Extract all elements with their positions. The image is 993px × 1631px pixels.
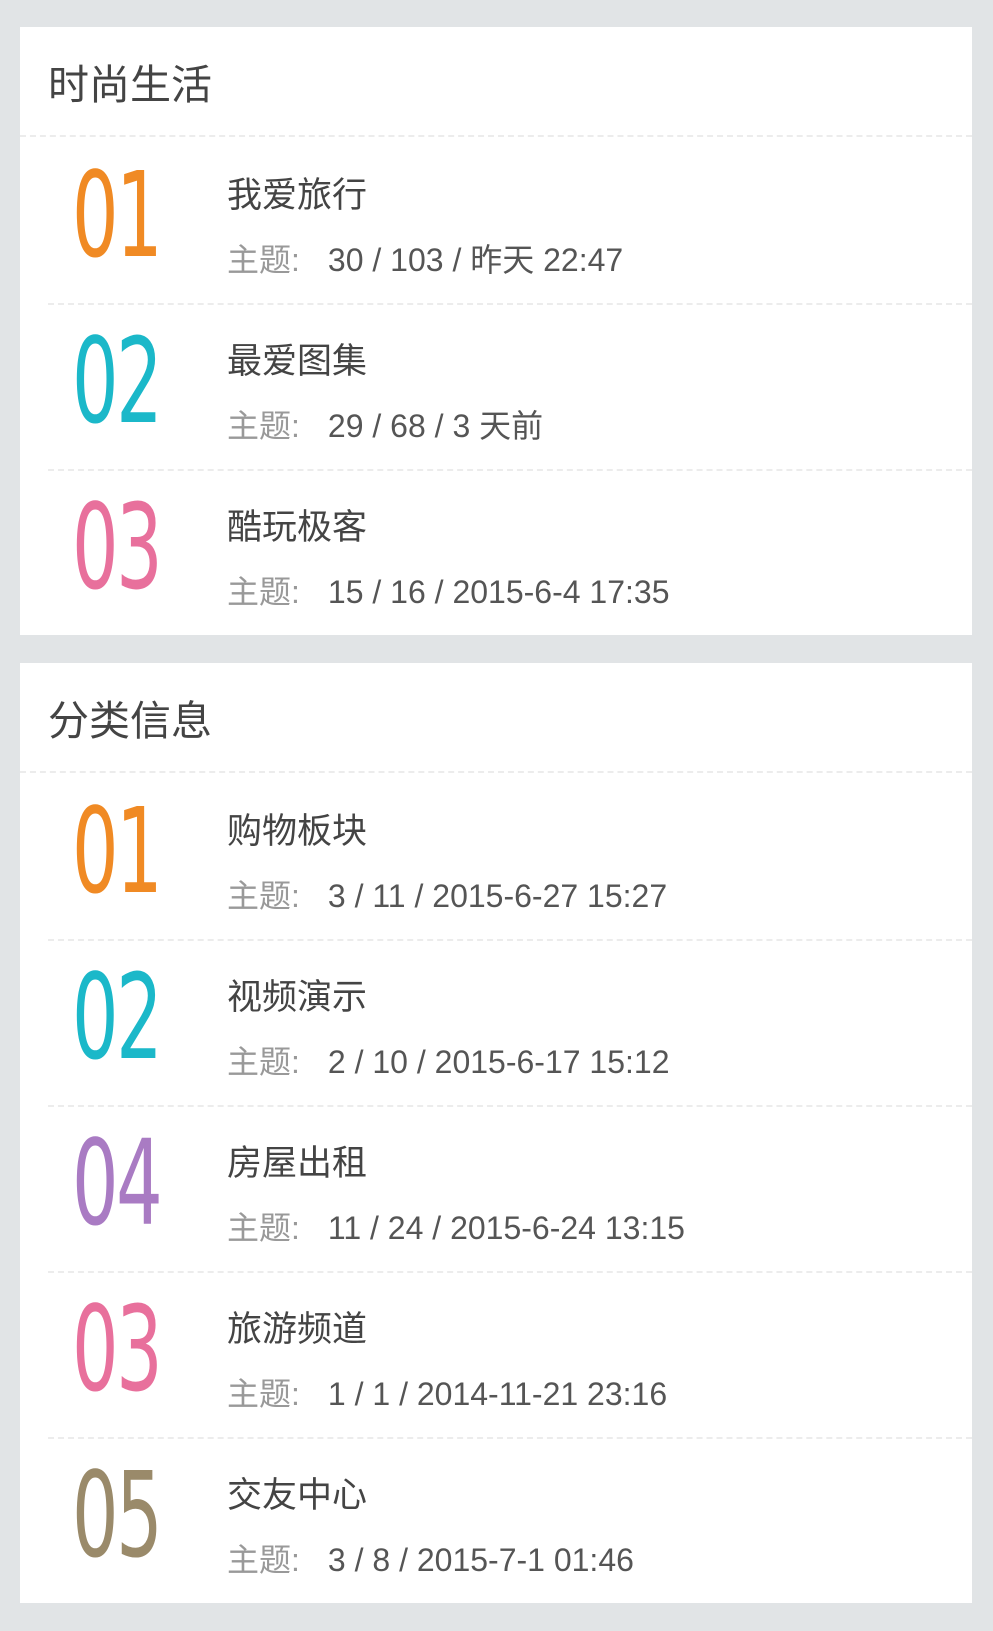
forum-title-link[interactable]: 视频演示: [227, 969, 367, 1020]
topic-stats: 1 / 1 / 2014-11-21 23:16: [327, 1376, 668, 1412]
topic-label: 主题:: [227, 1210, 300, 1246]
topic-stats: 11 / 24 / 2015-6-24 13:15: [327, 1210, 685, 1246]
topic-stats: 2 / 10 / 2015-6-17 15:12: [327, 1044, 670, 1080]
forum-title-link[interactable]: 我爱旅行: [227, 167, 367, 218]
forum-title-link[interactable]: 房屋出租: [227, 1135, 367, 1186]
forum-title-link[interactable]: 交友中心: [227, 1467, 367, 1518]
topic-label: 主题:: [227, 242, 300, 278]
forum-list-item[interactable]: 02 最爱图集主题: 29 / 68 / 3 天前: [20, 303, 972, 469]
forum-title-link[interactable]: 购物板块: [227, 803, 367, 854]
forum-stats: 主题: 11 / 24 / 2015-6-24 13:15: [227, 1203, 685, 1249]
forum-list-item[interactable]: 02 视频演示主题: 2 / 10 / 2015-6-17 15:12: [20, 939, 972, 1105]
topic-label: 主题:: [227, 574, 300, 610]
topic-label: 主题:: [227, 878, 300, 914]
rank-number: 04: [72, 1114, 163, 1252]
rank-number: 01: [72, 146, 163, 284]
forum-title-link[interactable]: 旅游频道: [227, 1301, 367, 1352]
rank-number: 03: [72, 1280, 163, 1418]
rank-number: 05: [72, 1446, 163, 1584]
section-title: 分类信息: [20, 663, 972, 773]
rank-number: 03: [72, 478, 163, 616]
forum-stats: 主题: 30 / 103 / 昨天 22:47: [227, 235, 623, 281]
topic-stats: 3 / 11 / 2015-6-27 15:27: [327, 878, 668, 914]
section-classified-info: 分类信息 01 购物板块主题: 3 / 11 / 2015-6-27 15:27 02…: [20, 663, 972, 1603]
topic-label: 主题:: [227, 1376, 300, 1412]
topic-label: 主题:: [227, 1044, 300, 1080]
forum-stats: 主题: 3 / 11 / 2015-6-27 15:27: [227, 871, 667, 917]
forum-list-item[interactable]: 03 酷玩极客主题: 15 / 16 / 2015-6-4 17:35: [20, 469, 972, 635]
rank-number: 02: [72, 948, 163, 1086]
topic-label: 主题:: [227, 1542, 300, 1578]
topic-stats: 3 / 8 / 2015-7-1 01:46: [327, 1542, 634, 1578]
forum-stats: 主题: 1 / 1 / 2014-11-21 23:16: [227, 1369, 667, 1415]
forum-stats: 主题: 29 / 68 / 3 天前: [227, 401, 543, 447]
forum-list-item[interactable]: 01 我爱旅行主题: 30 / 103 / 昨天 22:47: [20, 137, 972, 303]
topic-stats: 30 / 103 / 昨天 22:47: [327, 242, 624, 278]
rank-number: 02: [72, 312, 163, 450]
section-fashion-life: 时尚生活 01 我爱旅行 主题: 30 / 103 / 昨天 22:47 02 最爱图集主…: [20, 27, 972, 635]
forum-stats: 主题: 3 / 8 / 2015-7-1 01:46: [227, 1535, 634, 1581]
forum-title-link[interactable]: 最爱图集: [227, 333, 367, 384]
topic-label: 主题:: [227, 408, 300, 444]
forum-list-item[interactable]: 05 交友中心主题: 3 / 8 / 2015-7-1 01:46: [20, 1437, 972, 1603]
forum-list-item[interactable]: 01 购物板块主题: 3 / 11 / 2015-6-27 15:27: [20, 773, 972, 939]
forum-list-item[interactable]: 03 旅游频道主题: 1 / 1 / 2014-11-21 23:16: [20, 1271, 972, 1437]
rank-number: 01: [72, 782, 163, 920]
topic-stats: 15 / 16 / 2015-6-4 17:35: [327, 574, 670, 610]
section-title: 时尚生活: [20, 27, 972, 137]
topic-stats: 29 / 68 / 3 天前: [327, 408, 544, 444]
forum-stats: 主题: 15 / 16 / 2015-6-4 17:35: [227, 567, 670, 613]
forum-stats: 主题: 2 / 10 / 2015-6-17 15:12: [227, 1037, 670, 1083]
forum-list-item[interactable]: 04 房屋出租主题: 11 / 24 / 2015-6-24 13:15: [20, 1105, 972, 1271]
forum-title-link[interactable]: 酷玩极客: [227, 499, 367, 550]
